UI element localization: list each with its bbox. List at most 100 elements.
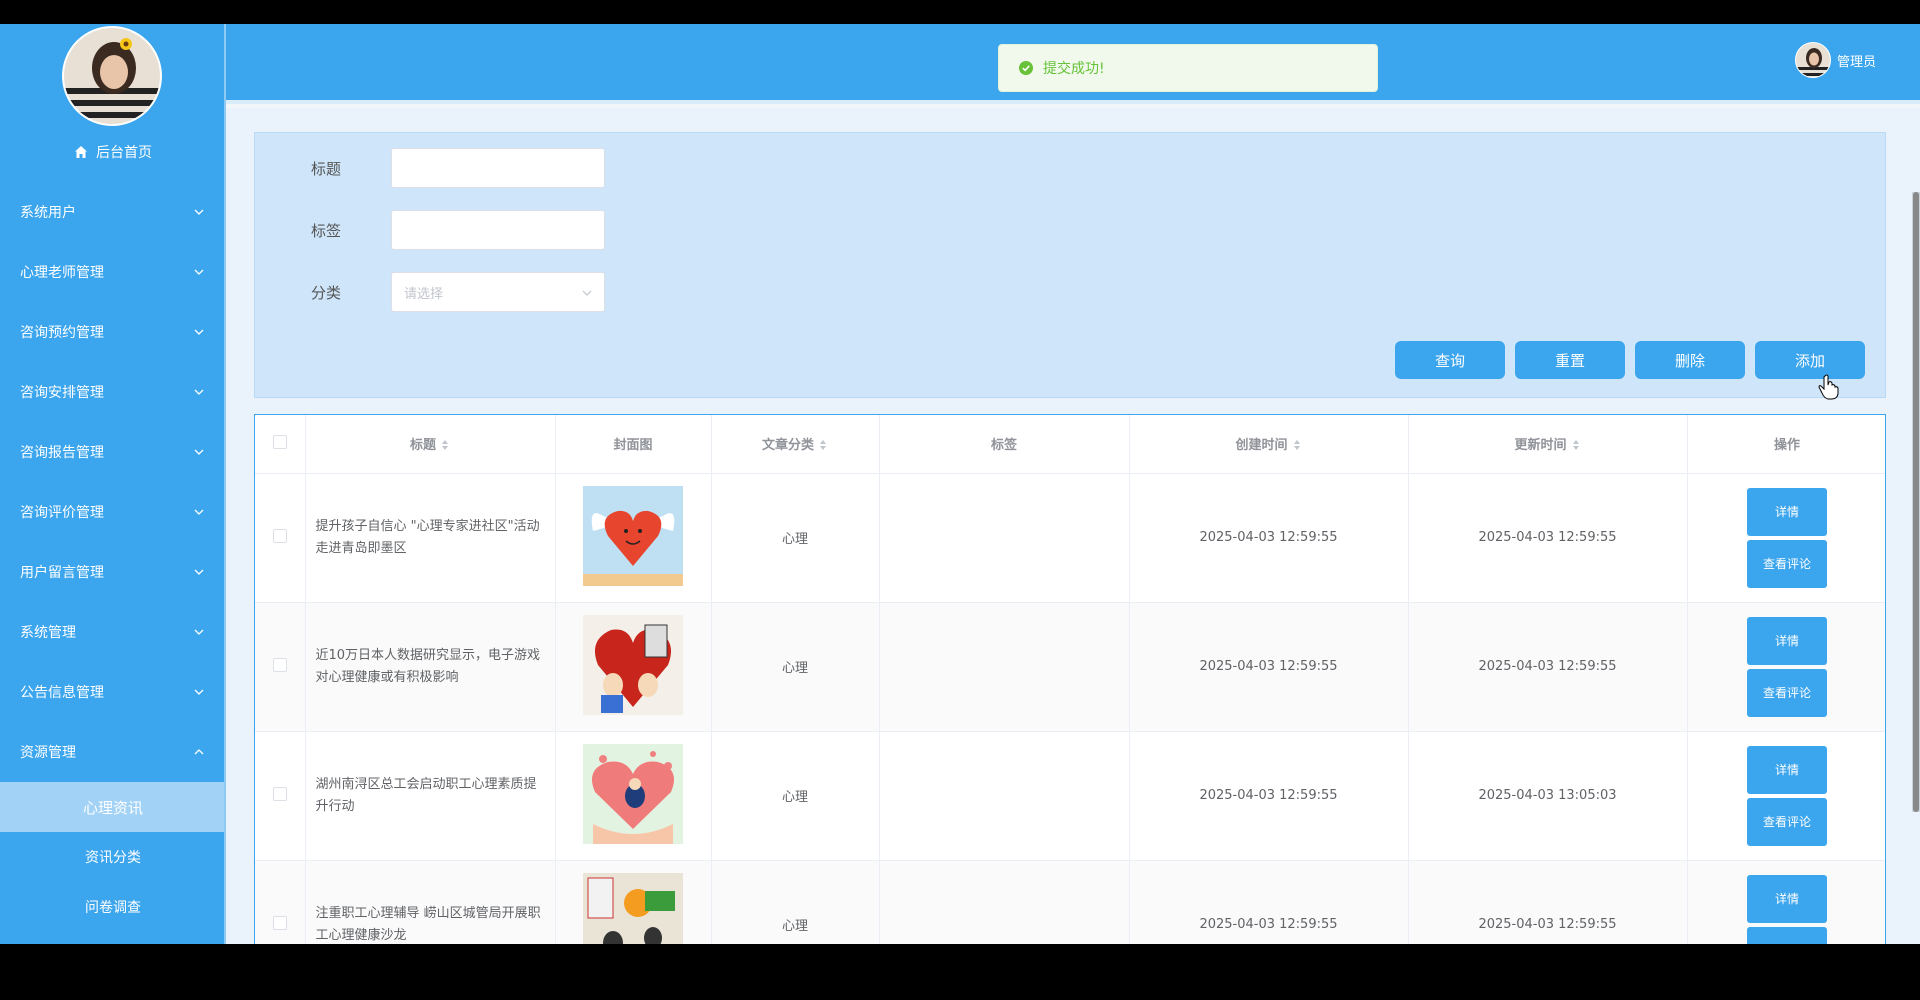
sidebar-item-appointments[interactable]: 咨询预约管理 — [0, 302, 224, 362]
header-tag: 标签 — [879, 415, 1130, 474]
detail-button[interactable]: 详情 — [1747, 487, 1827, 536]
row-created: 2025-04-03 12:59:55 — [1129, 860, 1409, 944]
row-select-cell — [255, 602, 306, 732]
query-button[interactable]: 查询 — [1395, 341, 1505, 379]
sidebar-item-schedules[interactable]: 咨询安排管理 — [0, 362, 224, 422]
chevron-down-icon — [194, 389, 204, 395]
sidebar-subitem-news-category[interactable]: 资讯分类 — [0, 832, 224, 882]
cover-image[interactable] — [583, 872, 683, 945]
sidebar-subitem-survey[interactable]: 问卷调查 — [0, 882, 224, 932]
detail-button[interactable]: 详情 — [1747, 616, 1827, 665]
sidebar-item-system-users[interactable]: 系统用户 — [0, 182, 224, 242]
tag-filter-label: 标签 — [311, 221, 342, 240]
home-icon — [75, 146, 87, 158]
cover-image[interactable] — [583, 485, 683, 586]
select-all-checkbox[interactable] — [272, 434, 287, 449]
add-button[interactable]: 添加 — [1755, 341, 1865, 379]
chevron-down-icon — [194, 689, 204, 695]
table-row: 湖州南浔区总工会启动职工心理素质提升行动 心理 2025-04-03 12:59… — [255, 731, 1885, 861]
user-menu[interactable]: 管理员 — [1794, 42, 1876, 78]
delete-button[interactable]: 删除 — [1635, 341, 1745, 379]
reset-button[interactable]: 重置 — [1515, 341, 1625, 379]
row-checkbox[interactable] — [272, 786, 287, 801]
row-tag — [879, 473, 1130, 603]
header-category[interactable]: 文章分类 — [711, 415, 880, 474]
home-link[interactable]: 后台首页 — [0, 142, 224, 162]
row-title: 提升孩子自信心 "心理专家进社区"活动走进青岛即墨区 — [305, 473, 556, 603]
row-tag — [879, 602, 1130, 732]
view-comments-button[interactable]: 查看评论 — [1747, 668, 1827, 717]
row-category: 心理 — [711, 860, 880, 944]
header-created[interactable]: 创建时间 — [1129, 415, 1409, 474]
row-ops: 详情查看评论 — [1687, 860, 1885, 944]
category-select[interactable]: 请选择 — [391, 272, 605, 312]
row-checkbox[interactable] — [272, 528, 287, 543]
row-select-cell — [255, 731, 306, 861]
tag-input[interactable] — [391, 210, 605, 250]
sidebar: 后台首页 系统用户 心理老师管理 咨询预约管理 咨询安排管理 咨询报告管理 咨询… — [0, 24, 226, 944]
admin-avatar[interactable] — [62, 26, 162, 126]
row-created: 2025-04-03 12:59:55 — [1129, 602, 1409, 732]
cover-image[interactable] — [583, 614, 683, 715]
sidebar-item-label: 咨询评价管理 — [20, 505, 104, 521]
page-scrollbar[interactable] — [1912, 192, 1920, 812]
header-updated-label: 更新时间 — [1514, 438, 1567, 454]
row-title: 注重职工心理辅导 崂山区城管局开展职工心理健康沙龙 — [305, 860, 556, 944]
header-updated[interactable]: 更新时间 — [1408, 415, 1688, 474]
scrollbar-thumb[interactable] — [1913, 192, 1919, 812]
sidebar-item-label: 心理老师管理 — [20, 265, 104, 281]
title-input[interactable] — [391, 148, 605, 188]
row-title: 湖州南浔区总工会启动职工心理素质提升行动 — [305, 731, 556, 861]
table-row: 注重职工心理辅导 崂山区城管局开展职工心理健康沙龙 心理 2025-04-03 … — [255, 860, 1885, 945]
success-icon — [1019, 61, 1033, 75]
row-updated: 2025-04-03 12:59:55 — [1408, 860, 1688, 944]
sidebar-item-notices[interactable]: 公告信息管理 — [0, 662, 224, 722]
sort-icon[interactable] — [440, 439, 450, 451]
row-title: 近10万日本人数据研究显示，电子游戏对心理健康或有积极影响 — [305, 602, 556, 732]
sort-icon[interactable] — [818, 439, 828, 451]
table-row: 近10万日本人数据研究显示，电子游戏对心理健康或有积极影响 心理 2025-04… — [255, 602, 1885, 732]
chevron-down-icon — [194, 449, 204, 455]
view-comments-button[interactable]: 查看评论 — [1747, 926, 1827, 944]
header-category-label: 文章分类 — [761, 438, 814, 454]
action-buttons: 查询 重置 删除 添加 — [1385, 341, 1865, 379]
row-checkbox[interactable] — [272, 915, 287, 930]
sidebar-subitem-psych-news[interactable]: 心理资讯 — [0, 782, 224, 832]
sidebar-item-messages[interactable]: 用户留言管理 — [0, 542, 224, 602]
sidebar-item-teachers[interactable]: 心理老师管理 — [0, 242, 224, 302]
chevron-down-icon — [194, 209, 204, 215]
sidebar-item-reviews[interactable]: 咨询评价管理 — [0, 482, 224, 542]
sidebar-item-label: 咨询预约管理 — [20, 325, 104, 341]
search-panel: 标题 标签 分类 请选择 查询 重置 删除 添加 — [254, 132, 1886, 398]
header-title-label: 标题 — [409, 438, 436, 454]
sort-icon[interactable] — [1571, 439, 1581, 451]
sidebar-item-resources[interactable]: 资源管理 — [0, 722, 224, 782]
row-select-cell — [255, 860, 306, 944]
sidebar-subitem-label: 问卷调查 — [85, 900, 141, 916]
row-tag — [879, 731, 1130, 861]
success-toast: 提交成功! — [998, 44, 1378, 92]
detail-button[interactable]: 详情 — [1747, 874, 1827, 923]
chevron-down-icon — [582, 290, 592, 296]
sort-icon[interactable] — [1292, 439, 1302, 451]
category-filter: 分类 请选择 — [311, 272, 605, 312]
sidebar-item-reports[interactable]: 咨询报告管理 — [0, 422, 224, 482]
sidebar-subitem-label: 心理资讯 — [82, 798, 143, 817]
cover-image[interactable] — [583, 743, 683, 844]
row-ops: 详情查看评论 — [1687, 602, 1885, 732]
sidebar-item-system[interactable]: 系统管理 — [0, 602, 224, 662]
row-checkbox[interactable] — [272, 657, 287, 672]
home-label: 后台首页 — [96, 145, 152, 161]
chevron-up-icon — [194, 749, 204, 755]
detail-button[interactable]: 详情 — [1747, 745, 1827, 794]
chevron-down-icon — [194, 509, 204, 515]
header-title[interactable]: 标题 — [305, 415, 556, 474]
chevron-down-icon — [194, 329, 204, 335]
header-created-label: 创建时间 — [1235, 438, 1288, 454]
sidebar-subitem-label: 资讯分类 — [85, 850, 141, 866]
view-comments-button[interactable]: 查看评论 — [1747, 539, 1827, 588]
row-updated: 2025-04-03 12:59:55 — [1408, 602, 1688, 732]
view-comments-button[interactable]: 查看评论 — [1747, 797, 1827, 846]
title-filter-label: 标题 — [311, 159, 342, 178]
category-filter-label: 分类 — [311, 283, 342, 302]
